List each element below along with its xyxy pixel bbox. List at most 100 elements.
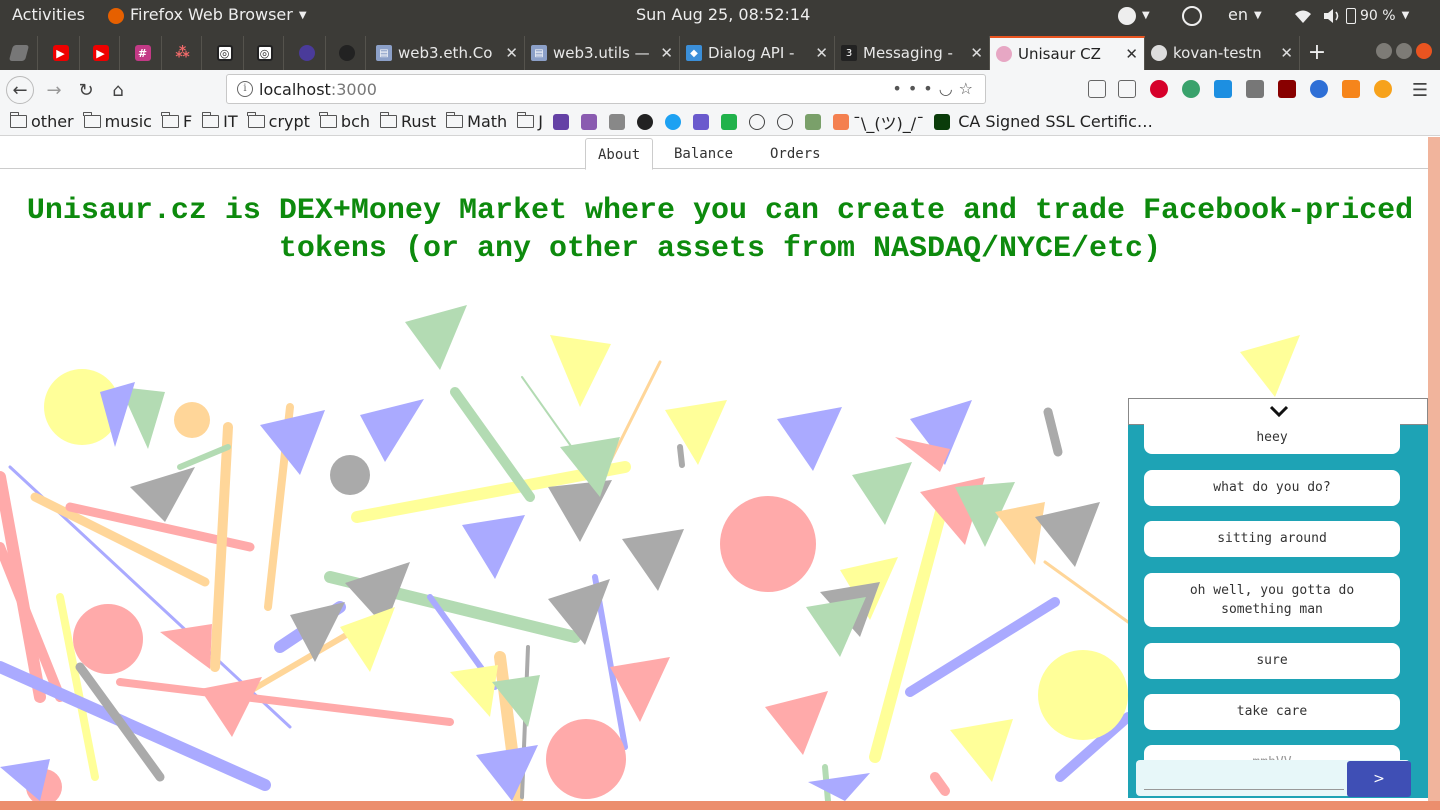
extension-green-icon[interactable] [1182,80,1200,98]
chat-message: sitting around [1144,521,1400,557]
bookmark-folder-other[interactable]: other [9,112,74,131]
github-icon[interactable] [636,113,653,130]
language-menu[interactable]: en ▼ [1228,0,1262,30]
tab-orders[interactable]: Orders [758,138,833,170]
caret-down-icon: ▼ [298,9,307,21]
pinned-tab-6[interactable]: ◎ [206,36,244,70]
tab-balance[interactable]: Balance [662,138,745,170]
bookmark-bolt-icon[interactable] [720,113,737,130]
bookmark-folder-music[interactable]: music [83,112,152,131]
bookmark-label: Rust [401,112,437,131]
caret-down-icon: ▼ [1142,9,1150,21]
close-icon[interactable]: ✕ [505,44,518,62]
folder-icon [319,112,337,128]
folder-icon [516,112,535,128]
forward-button[interactable]: → [40,76,68,104]
url-actions[interactable]: •••◡☆ [892,79,979,98]
close-icon[interactable]: ✕ [970,44,983,62]
close-icon[interactable]: ✕ [815,44,828,62]
target-icon: ◎ [216,45,233,61]
menu-button[interactable]: ☰ [1406,76,1434,104]
youtube-icon: ▶ [92,45,109,61]
volume-icon[interactable] [1322,0,1342,30]
maximize-button[interactable] [1396,43,1412,59]
page-viewport: About Balance Orders Unisaur.cz is DEX+M… [0,137,1440,810]
home-button[interactable]: ⌂ [104,76,132,104]
obs-icon[interactable] [1182,0,1202,30]
twitch-icon[interactable] [552,113,569,130]
new-tab-button[interactable]: + [1304,36,1330,70]
chat-collapse-bar[interactable] [1128,398,1428,425]
tab-messaging[interactable]: 3 Messaging - ✕ [835,36,990,70]
pinned-tab-3[interactable]: ▶ [82,36,120,70]
globe-icon[interactable] [748,113,765,130]
battery-menu[interactable]: 90 % ▼ [1346,0,1409,30]
pinned-tab-5[interactable]: ⁂ [164,36,202,70]
close-icon[interactable]: ✕ [1280,44,1293,62]
app-menu[interactable]: Firefox Web Browser ▼ [108,0,307,30]
bookmark-folder-j[interactable]: J [516,112,543,131]
youtube-icon: ▶ [52,45,69,61]
close-icon[interactable]: ✕ [1125,45,1138,63]
pinned-tab-4[interactable]: # [124,36,162,70]
sidebar-icon[interactable] [1118,80,1136,98]
pinned-tab-8[interactable] [288,36,326,70]
url-bar[interactable]: i localhost:3000 •••◡☆ [226,74,986,104]
ublock-icon[interactable] [1278,80,1296,98]
metamask-icon[interactable] [1342,80,1360,98]
twitter-icon[interactable] [664,113,681,130]
pinned-tab-9[interactable] [328,36,366,70]
reload-button[interactable]: ↻ [72,76,100,104]
extension-s-icon[interactable] [1214,80,1232,98]
pocket-icon[interactable]: ◡ [939,79,959,98]
tab-dialog-api[interactable]: ◆ Dialog API - ✕ [680,36,835,70]
bookmark-folder-f[interactable]: F [161,112,192,131]
dialog-icon: ◆ [686,45,702,61]
back-button[interactable]: ← [6,76,34,104]
pinned-tab-7[interactable]: ◎ [246,36,284,70]
tab-unisaur[interactable]: Unisaur CZ ✕ [990,36,1145,70]
accessibility-menu[interactable]: ▼ [1118,0,1150,30]
opera-extension-icon[interactable] [1150,80,1168,98]
bookmark-folder-rust[interactable]: Rust [379,112,437,131]
send-button[interactable]: > [1347,761,1411,797]
accessibility-icon [1118,6,1136,25]
chat-input[interactable] [1144,760,1344,790]
globe-icon[interactable] [776,113,793,130]
bookmark-map-icon[interactable] [804,113,821,130]
pinned-tab-1[interactable] [0,36,38,70]
close-icon[interactable]: ✕ [660,44,673,62]
bookmark-grid-icon[interactable] [608,113,625,130]
close-window-button[interactable] [1416,43,1432,59]
extension-gray-icon[interactable] [1246,80,1264,98]
bookmark-folder-it[interactable]: IT [201,112,238,131]
bookmark-shrug[interactable]: ¯\_(ツ)_/¯ [832,110,925,134]
pinned-tab-2[interactable]: ▶ [42,36,80,70]
tab-about[interactable]: About [585,138,654,170]
tab-title: Messaging - [863,44,953,62]
extension-globe-icon[interactable] [1310,80,1328,98]
bookmark-folder-crypt[interactable]: crypt [247,112,310,131]
library-icon[interactable] [1088,80,1106,98]
clock[interactable]: Sun Aug 25, 08:52:14 [636,0,810,30]
tab-web3-utils[interactable]: ▤ web3.utils — ✕ [525,36,680,70]
star-icon[interactable]: ☆ [959,79,979,98]
minimize-button[interactable] [1376,43,1392,59]
tab-kovan-testnet[interactable]: kovan-testn ✕ [1145,36,1300,70]
info-icon[interactable]: i [237,81,253,97]
bookmark-two-icon[interactable] [692,113,709,130]
extension-coin-icon[interactable] [1374,80,1392,98]
chat-message: take care [1144,694,1400,730]
bookmark-h-icon[interactable] [580,113,597,130]
network-icon[interactable] [1294,0,1312,30]
bookmark-ca-ssl[interactable]: CA Signed SSL Certific… [934,112,1153,131]
right-edge-stripe [1428,137,1440,810]
bookmark-label: ¯\_(ツ)_/¯ [852,113,925,133]
bookmark-folder-bch[interactable]: bch [319,112,370,131]
folder-icon [445,112,464,128]
bookmark-folder-math[interactable]: Math [445,112,507,131]
tab-web3-eth[interactable]: ▤ web3.eth.Co ✕ [370,36,525,70]
chevron-down-icon[interactable] [1269,403,1289,419]
bookmark-label: IT [223,112,238,131]
activities-button[interactable]: Activities [12,0,85,30]
